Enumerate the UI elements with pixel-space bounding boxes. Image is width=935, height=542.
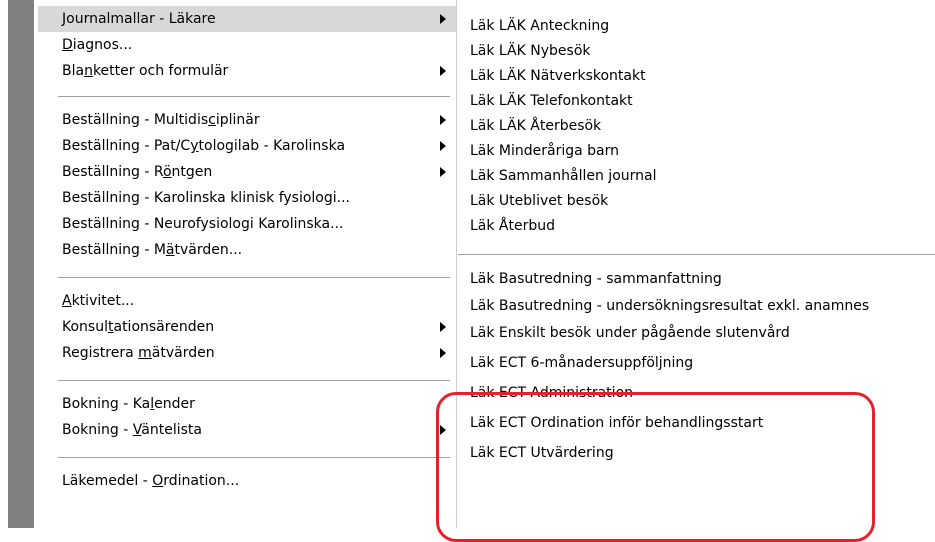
submenu-item[interactable]: Läk LÄK Återbesök	[470, 113, 601, 139]
submenu-item[interactable]: Läk ECT Ordination inför behandlingsstar…	[470, 410, 763, 436]
submenu-item[interactable]: Läk Återbud	[470, 213, 555, 239]
submenu-item[interactable]: Läk Basutredning - undersökningsresultat…	[470, 293, 869, 319]
submenu-arrow-icon	[440, 425, 446, 435]
menu-item-konsultationsarenden[interactable]: Konsultationsärenden	[38, 314, 456, 340]
menu-item-bestallning-klinisk-fysiologi[interactable]: Beställning - Karolinska klinisk fysiolo…	[38, 185, 456, 211]
menu-item-label: Konsultationsärenden	[62, 319, 215, 335]
submenu-arrow-icon	[440, 14, 446, 24]
menu-sidebar-strip	[8, 0, 34, 528]
submenu-arrow-icon	[440, 115, 446, 125]
submenu-arrow-icon	[440, 322, 446, 332]
menu-item-label: Blanketter och formulär	[62, 63, 229, 79]
menu-item-bestallning-cytologilab[interactable]: Beställning - Pat/Cytologilab - Karolins…	[38, 133, 456, 159]
menu-item-label: Läkemedel - Ordination...	[62, 473, 240, 489]
window-edge	[0, 0, 8, 528]
submenu-item[interactable]: Läk Minderåriga barn	[470, 138, 619, 164]
menu-item-bestallning-multidisciplinar[interactable]: Beställning - Multidisciplinär	[38, 107, 456, 133]
submenu-item[interactable]: Läk Enskilt besök under pågående slutenv…	[470, 320, 790, 346]
menu-item-label: Beställning - Neurofysiologi Karolinska.…	[62, 216, 344, 232]
menu-item-lakemedel-ordination[interactable]: Läkemedel - Ordination...	[38, 468, 456, 494]
menu-item-bestallning-rontgen[interactable]: Beställning - Röntgen	[38, 159, 456, 185]
menu-item-label: Diagnos...	[62, 37, 133, 53]
menu-item-journalmallar-lakare[interactable]: Journalmallar - Läkare	[38, 6, 456, 32]
submenu-item[interactable]: Läk Uteblivet besök	[470, 188, 608, 214]
submenu-item[interactable]: Läk Sammanhållen journal	[470, 163, 656, 189]
menu-item-label: Beställning - Pat/Cytologilab - Karolins…	[62, 138, 346, 154]
menu-item-label: Bokning - Kalender	[62, 396, 195, 412]
context-menu: Journalmallar - Läkare Diagnos... Blanke…	[34, 0, 457, 528]
menu-item-label: Registrera mätvärden	[62, 345, 215, 361]
journalmallar-submenu: Läk LÄK Anteckning Läk LÄK Nybesök Läk L…	[458, 0, 935, 528]
menu-item-diagnos[interactable]: Diagnos...	[38, 32, 456, 58]
menu-item-bestallning-neurofysiologi[interactable]: Beställning - Neurofysiologi Karolinska.…	[38, 211, 456, 237]
menu-item-bokning-vantelista[interactable]: Bokning - Väntelista	[38, 417, 456, 443]
submenu-item[interactable]: Läk LÄK Telefonkontakt	[470, 88, 633, 114]
menu-item-bestallning-matvarden[interactable]: Beställning - Mätvärden...	[38, 237, 456, 263]
submenu-arrow-icon	[440, 141, 446, 151]
menu-item-bokning-kalender[interactable]: Bokning - Kalender	[38, 391, 456, 417]
menu-item-blanketter[interactable]: Blanketter och formulär	[38, 58, 456, 84]
menu-separator	[58, 380, 450, 382]
submenu-item[interactable]: Läk LÄK Nätverkskontakt	[470, 63, 646, 89]
menu-separator	[58, 457, 450, 459]
menu-item-label: Beställning - Multidisciplinär	[62, 112, 260, 128]
menu-item-aktivitet[interactable]: Aktivitet...	[38, 288, 456, 314]
menu-item-registrera-matvarden[interactable]: Registrera mätvärden	[38, 340, 456, 366]
menu-separator	[58, 96, 450, 98]
menu-item-label: Journalmallar - Läkare	[62, 11, 216, 27]
submenu-separator	[458, 254, 935, 256]
submenu-item[interactable]: Läk Basutredning - sammanfattning	[470, 266, 722, 292]
submenu-item[interactable]: Läk ECT Administration	[470, 380, 633, 406]
menu-item-label: Beställning - Mätvärden...	[62, 242, 243, 258]
submenu-item[interactable]: Läk LÄK Nybesök	[470, 38, 591, 64]
menu-separator	[58, 277, 450, 279]
submenu-item[interactable]: Läk ECT 6-månadersuppföljning	[470, 350, 693, 376]
submenu-arrow-icon	[440, 167, 446, 177]
submenu-item[interactable]: Läk ECT Utvärdering	[470, 440, 614, 466]
menu-item-label: Beställning - Röntgen	[62, 164, 213, 180]
submenu-arrow-icon	[440, 348, 446, 358]
menu-item-label: Bokning - Väntelista	[62, 422, 202, 438]
menu-item-label: Aktivitet...	[62, 293, 135, 309]
submenu-item[interactable]: Läk LÄK Anteckning	[470, 13, 609, 39]
submenu-arrow-icon	[440, 66, 446, 76]
menu-item-label: Beställning - Karolinska klinisk fysiolo…	[62, 190, 350, 206]
